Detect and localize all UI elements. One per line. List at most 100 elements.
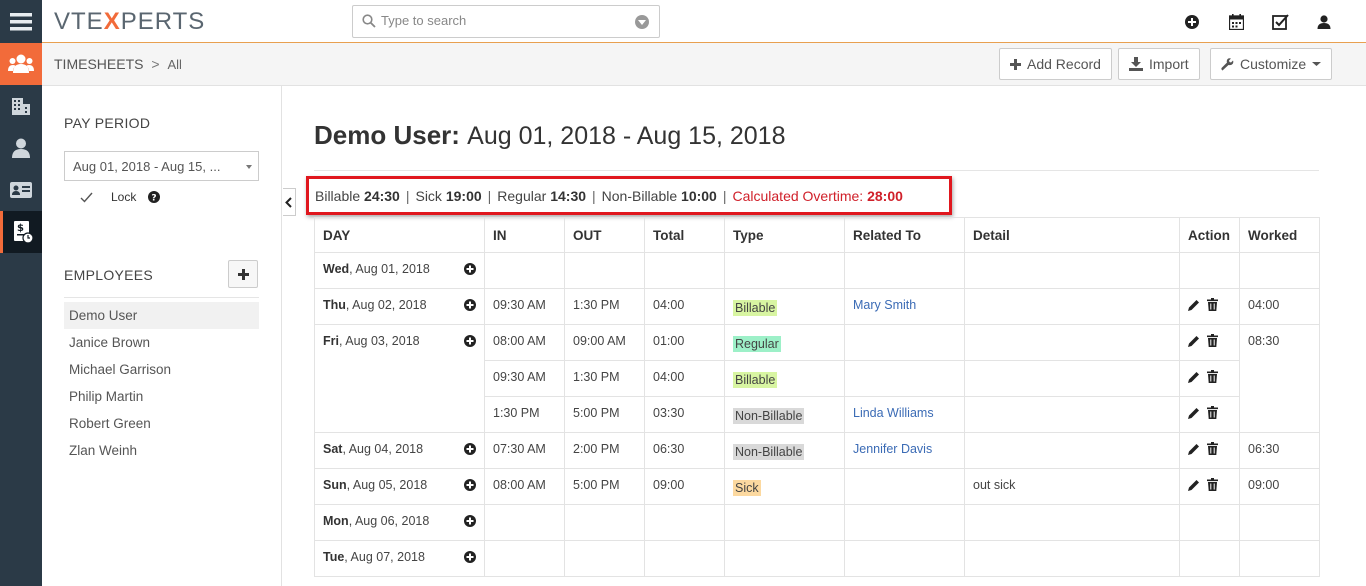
calendar-icon [1228,14,1244,30]
edit-icon[interactable] [1188,299,1200,314]
related-link[interactable]: Jennifer Davis [853,442,932,456]
search-dropdown-icon[interactable] [635,15,649,29]
add-entry-icon[interactable] [464,335,476,347]
tasks-button[interactable] [1258,12,1302,32]
detail-cell [964,288,1180,325]
delete-icon[interactable] [1207,478,1219,494]
add-entry-icon[interactable] [464,515,476,527]
rail-item-contacts[interactable] [0,43,42,85]
employee-item[interactable]: Robert Green [64,410,259,437]
add-entry-icon[interactable] [464,479,476,491]
customize-button[interactable]: Customize [1210,48,1333,80]
employee-item[interactable]: Zlan Weinh [64,437,259,464]
rail-item-contact-card[interactable] [0,169,42,211]
breadcrumb-view[interactable]: All [167,57,181,72]
rail-item-person[interactable] [0,127,42,169]
detail-cell [964,324,1180,361]
delete-icon[interactable] [1207,298,1219,314]
menu-button[interactable] [0,0,42,43]
column-header[interactable]: Related To [844,217,965,253]
search-icon [362,14,376,28]
type-badge: Non-Billable [733,444,805,460]
lock-row: Lock ? [80,190,161,204]
column-header[interactable]: DAY [314,217,485,253]
lock-checkbox[interactable] [80,192,93,203]
edit-icon[interactable] [1188,479,1200,494]
global-search[interactable] [352,5,660,38]
quick-create-button[interactable] [1170,12,1214,32]
type-badge: Billable [733,372,778,388]
day-cell: Fri, Aug 03, 2018 [314,324,485,433]
out-cell [564,540,645,577]
related-link[interactable]: Mary Smith [853,298,916,312]
separator: | [722,187,727,204]
add-entry-icon[interactable] [464,443,476,455]
detail-cell [964,504,1180,541]
import-button[interactable]: Import [1118,48,1200,80]
search-input[interactable] [381,13,621,28]
column-header[interactable]: Total [644,217,725,253]
column-header[interactable]: Detail [964,217,1180,253]
hamburger-icon [10,12,32,30]
day-date: , Aug 01, 2018 [349,262,430,276]
column-header[interactable]: Type [724,217,845,253]
add-record-button[interactable]: Add Record [999,48,1112,80]
in-cell: 09:30 AM [484,288,565,325]
add-entry-icon[interactable] [464,299,476,311]
type-badge: Regular [733,336,781,352]
out-cell: 5:00 PM [564,468,645,505]
day-name: Sun [323,478,347,492]
table-row: Mon, Aug 06, 2018 [314,504,1320,541]
collapse-panel-button[interactable] [283,188,296,216]
employee-item[interactable]: Michael Garrison [64,356,259,383]
action-cell [1179,504,1240,541]
related-link[interactable]: Linda Williams [853,406,934,420]
action-cell [1179,468,1240,505]
rail-item-timesheets[interactable]: $ [0,211,42,253]
side-rail: $ [0,0,42,586]
billable-value: 24:30 [364,187,400,204]
add-employee-button[interactable] [228,260,258,288]
edit-icon[interactable] [1188,335,1200,350]
employee-item[interactable]: Janice Brown [64,329,259,356]
pay-period-select[interactable]: Aug 01, 2018 - Aug 15, ... [64,151,259,181]
overtime-label: Calculated Overtime: [732,187,864,204]
detail-cell [964,360,1180,397]
help-icon[interactable]: ? [148,191,161,203]
user-menu-button[interactable] [1302,12,1346,32]
edit-icon[interactable] [1188,443,1200,458]
related-cell [844,360,965,397]
billable-label: Billable [315,187,361,204]
delete-icon[interactable] [1207,370,1219,386]
out-cell: 1:30 PM [564,288,645,325]
rail-item-organizations[interactable] [0,85,42,127]
type-cell: Sick [724,468,845,505]
employee-item[interactable]: Demo User [64,302,259,329]
day-cell: Sun, Aug 05, 2018 [314,468,485,505]
employee-list: Demo User Janice Brown Michael Garrison … [64,302,259,464]
detail-cell [964,396,1180,433]
timesheet-table: DAY IN OUT Total Type Related To Detail … [314,217,1320,577]
breadcrumb-module[interactable]: TIMESHEETS [54,56,143,72]
app-logo[interactable]: VTEXPERTS [54,8,205,36]
delete-icon[interactable] [1207,334,1219,350]
worked-cell [1239,504,1320,541]
add-entry-icon[interactable] [464,263,476,275]
person-icon [12,138,30,158]
users-icon [8,54,34,73]
total-cell [644,252,725,289]
edit-icon[interactable] [1188,407,1200,422]
detail-cell [964,540,1180,577]
column-header[interactable]: Worked [1239,217,1320,253]
column-header[interactable]: OUT [564,217,645,253]
total-cell: 03:30 [644,396,725,433]
column-header[interactable]: Action [1179,217,1240,253]
employee-item[interactable]: Philip Martin [64,383,259,410]
calendar-button[interactable] [1214,12,1258,32]
add-entry-icon[interactable] [464,551,476,563]
type-cell: Regular [724,324,845,361]
delete-icon[interactable] [1207,442,1219,458]
edit-icon[interactable] [1188,371,1200,386]
delete-icon[interactable] [1207,406,1219,422]
column-header[interactable]: IN [484,217,565,253]
